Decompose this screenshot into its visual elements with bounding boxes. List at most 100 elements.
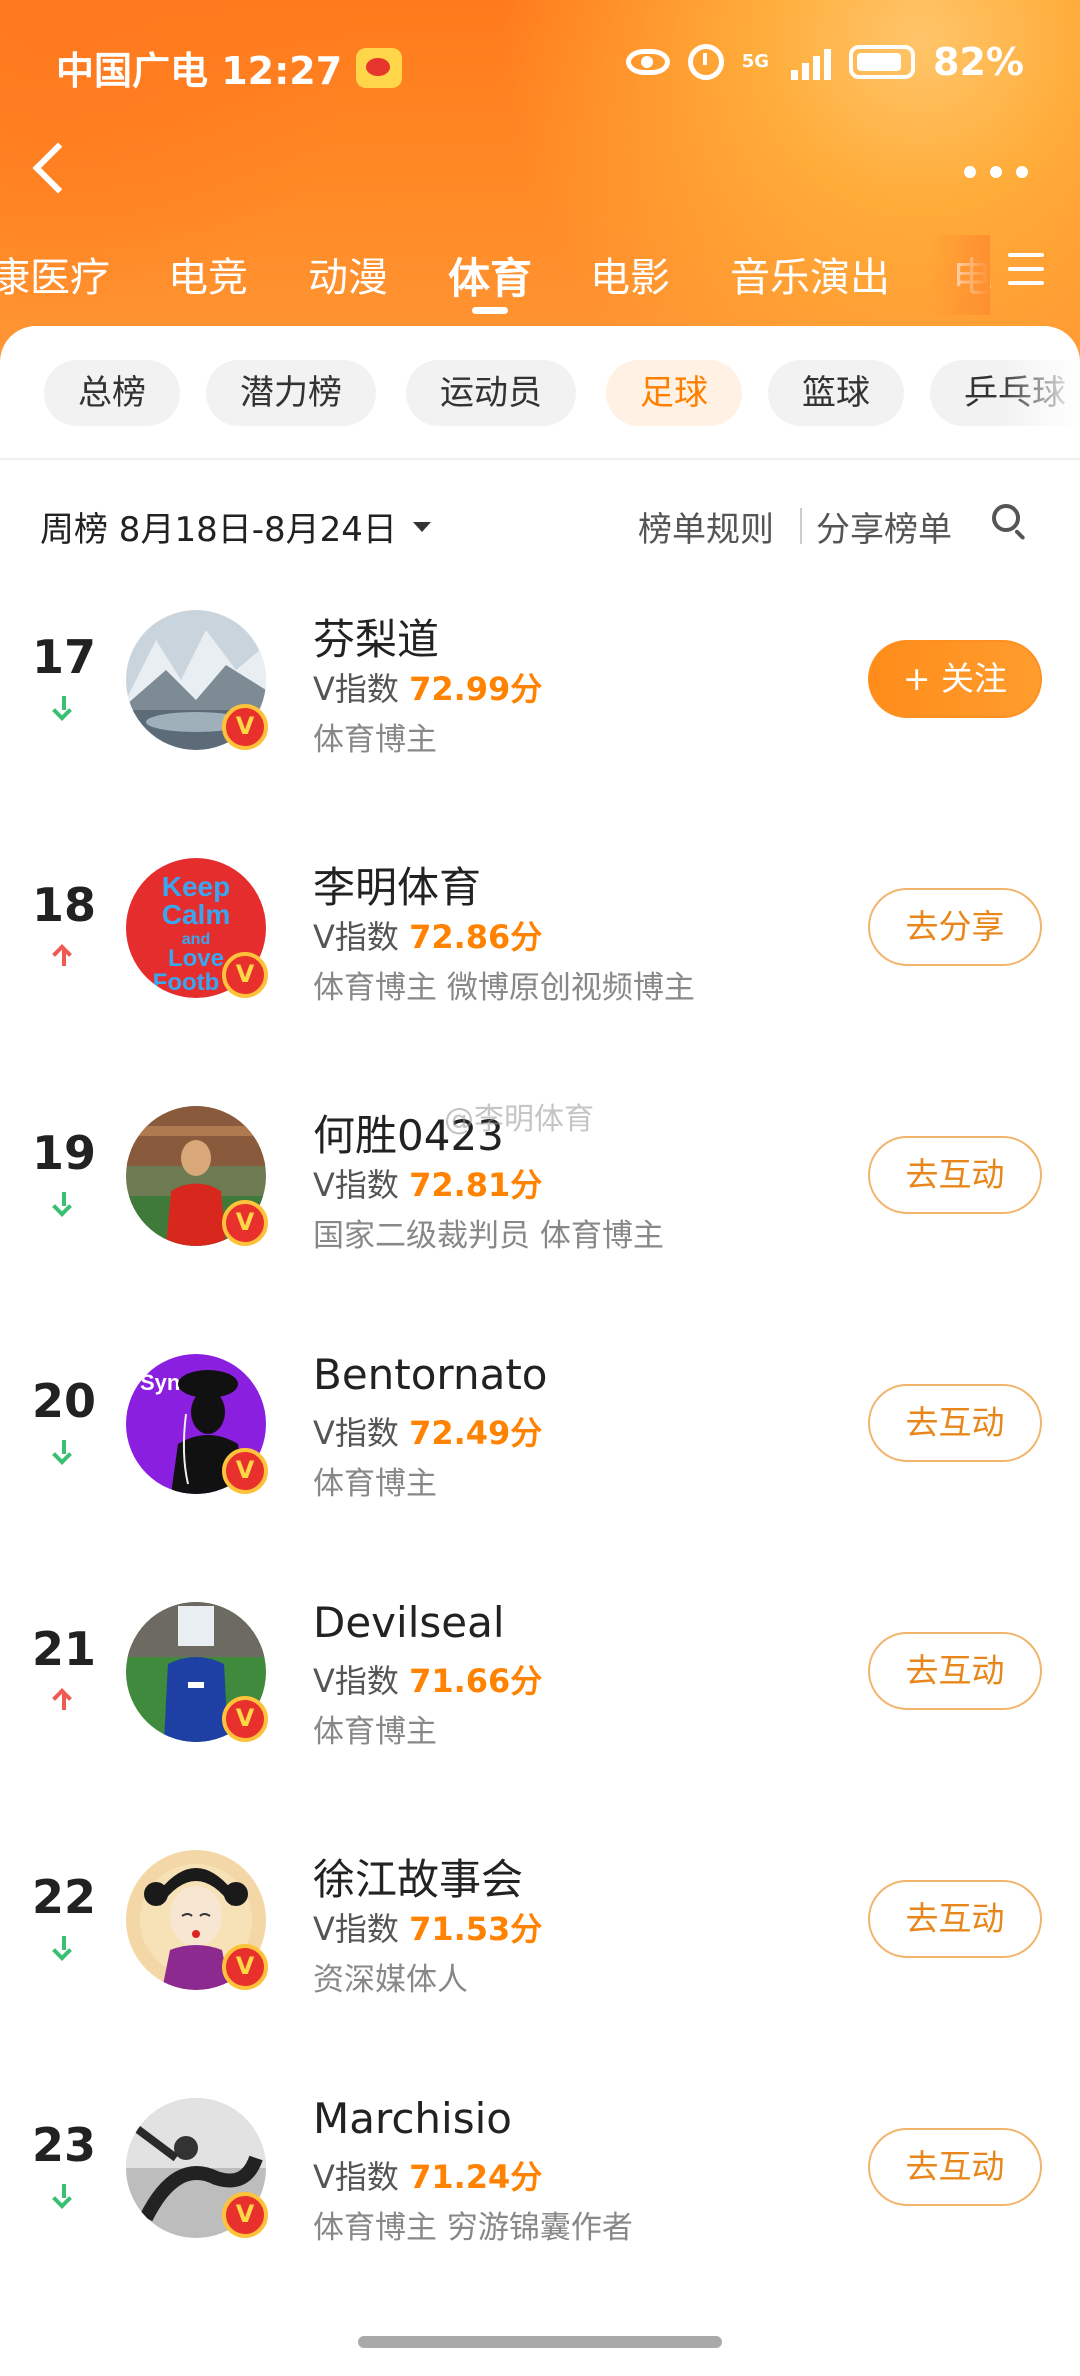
ranking-panel: 总榜 潜力榜 运动员 足球 篮球 乒乓球 周榜 8月18日-8月24日 榜单规则…	[0, 326, 1080, 2376]
user-name[interactable]: Marchisio	[313, 2094, 512, 2143]
chip-overall[interactable]: 总榜	[44, 360, 180, 426]
alarm-icon	[687, 44, 724, 80]
chip-football[interactable]: 足球	[606, 360, 742, 426]
home-indicator[interactable]	[358, 2336, 722, 2348]
chips-fade	[1000, 360, 1080, 430]
v-index-label: V指数	[313, 670, 399, 708]
user-tags: 体育博主 穷游锦囊作者	[313, 2210, 633, 2246]
rank-row[interactable]: 22 V 徐江故事会 V指数 71.53分 资深媒体人 去互动	[0, 1828, 1080, 2076]
status-left: 中国广电 12:27	[56, 40, 403, 95]
v-index-score: 71.66分	[409, 1662, 543, 1700]
trend-up-icon	[54, 1688, 74, 1710]
verified-v-icon: V	[222, 2192, 268, 2238]
signal-icon	[791, 44, 832, 80]
divider	[0, 458, 1080, 460]
caret-down-icon	[412, 521, 431, 532]
interact-button[interactable]: 去互动	[868, 2128, 1042, 2206]
user-tags: 国家二级裁判员 体育博主	[313, 1218, 664, 1254]
rank-row[interactable]: 23 V Marchisio V指数 71.24分 体育博主 穷游锦囊作者 去互…	[0, 2076, 1080, 2324]
trend-up-icon	[54, 944, 74, 966]
svg-text:Syn: Syn	[140, 1370, 180, 1395]
svg-text:Love: Love	[168, 945, 224, 972]
rank-row[interactable]: 17 V 芬梨道 V指数 72.99分 体育博主 + 关注	[0, 588, 1080, 836]
chip-potential[interactable]: 潜力榜	[206, 360, 376, 426]
v-index: V指数 72.99分	[313, 664, 542, 710]
rank-row[interactable]: 20 Syn V Bentornato V指数 72.49分 体育博主 去互动	[0, 1332, 1080, 1580]
eye-icon	[625, 49, 670, 75]
tab-movies[interactable]: 电影	[590, 245, 670, 303]
battery-level: 82%	[933, 40, 1024, 84]
verified-v-icon: V	[222, 1944, 268, 1990]
user-tags: 体育博主	[313, 722, 437, 758]
watermark: @李明体育	[444, 1102, 594, 1137]
tab-sports[interactable]: 体育	[448, 245, 532, 306]
v-index-score: 72.49分	[409, 1414, 543, 1452]
status-right: 5G 82%	[625, 40, 1024, 84]
header-background: 中国广电 12:27 5G 82% 康医疗 电竞 动漫 体育 电影 音乐演出 电	[0, 0, 1080, 360]
user-name[interactable]: Bentornato	[313, 1350, 548, 1399]
trend-down-icon	[54, 1192, 74, 1214]
chip-athletes[interactable]: 运动员	[406, 360, 576, 426]
v-index: V指数 72.86分	[313, 912, 542, 958]
user-name[interactable]: Devilseal	[313, 1598, 505, 1647]
share-button[interactable]: 去分享	[868, 888, 1042, 966]
chip-basketball[interactable]: 篮球	[768, 360, 904, 426]
rank-number: 20	[31, 1374, 96, 1428]
v-index-label: V指数	[313, 1662, 399, 1700]
status-bar: 中国广电 12:27 5G 82%	[0, 0, 1080, 130]
trend-down-icon	[54, 696, 74, 718]
rank-number: 22	[31, 1870, 96, 1924]
tab-anime[interactable]: 动漫	[308, 245, 388, 303]
nav-row	[0, 130, 1080, 210]
share-list-link[interactable]: 分享榜单	[816, 502, 952, 551]
user-tags: 体育博主	[313, 1714, 437, 1750]
rank-number: 18	[31, 878, 96, 932]
interact-button[interactable]: 去互动	[868, 1136, 1042, 1214]
rank-number: 21	[31, 1622, 96, 1676]
rank-number: 19	[31, 1126, 96, 1180]
search-icon[interactable]	[992, 504, 1028, 540]
user-tags: 体育博主 微博原创视频博主	[313, 970, 695, 1006]
tab-health[interactable]: 康医疗	[0, 245, 110, 303]
user-name[interactable]: 李明体育	[313, 854, 481, 915]
back-chevron-icon[interactable]	[32, 142, 84, 194]
tab-music-shows[interactable]: 音乐演出	[730, 245, 890, 303]
v-index-score: 71.24分	[409, 2158, 543, 2196]
network-type: 5G	[741, 51, 770, 72]
carrier-time: 中国广电 12:27	[56, 49, 343, 93]
user-tags: 资深媒体人	[313, 1962, 468, 1998]
verified-v-icon: V	[222, 704, 268, 750]
active-tab-underline	[472, 307, 508, 314]
v-index-label: V指数	[313, 2158, 399, 2196]
interact-button[interactable]: 去互动	[868, 1632, 1042, 1710]
svg-text:Calm: Calm	[162, 899, 230, 930]
verified-v-icon: V	[222, 1200, 268, 1246]
v-index-label: V指数	[313, 1414, 399, 1452]
v-index-label: V指数	[313, 918, 399, 956]
interact-button[interactable]: 去互动	[868, 1384, 1042, 1462]
user-name[interactable]: 芬梨道	[313, 606, 439, 667]
avatar-text: Keep	[162, 871, 230, 902]
category-tabs: 康医疗 电竞 动漫 体育 电影 音乐演出 电	[0, 235, 1080, 315]
trend-down-icon	[54, 1440, 74, 1462]
interact-button[interactable]: 去互动	[868, 1880, 1042, 1958]
rank-row[interactable]: 21 V Devilseal V指数 71.66分 体育博主 去互动	[0, 1580, 1080, 1828]
tab-esports[interactable]: 电竞	[168, 245, 248, 303]
v-index: V指数 72.49分	[313, 1408, 542, 1454]
weibo-icon	[356, 47, 403, 88]
tabs-fade	[930, 235, 990, 315]
rules-link[interactable]: 榜单规则	[638, 502, 774, 551]
trend-down-icon	[54, 2184, 74, 2206]
follow-button[interactable]: + 关注	[868, 640, 1042, 718]
v-index: V指数 71.66分	[313, 1656, 542, 1702]
menu-icon[interactable]	[1008, 253, 1044, 285]
v-index: V指数 71.24分	[313, 2152, 542, 2198]
v-index-score: 71.53分	[409, 1910, 543, 1948]
rank-row[interactable]: 18 Keep Calm and Love Footb V 李明体育 V指数 7…	[0, 836, 1080, 1084]
period-selector[interactable]: 周榜 8月18日-8月24日	[40, 502, 431, 551]
period-label: 周榜 8月18日-8月24日	[40, 510, 397, 550]
sub-category-chips: 总榜 潜力榜 运动员 足球 篮球 乒乓球	[0, 360, 1080, 430]
user-name[interactable]: 徐江故事会	[313, 1846, 523, 1907]
verified-v-icon: V	[222, 1448, 268, 1494]
more-dots-icon[interactable]	[964, 166, 1028, 180]
